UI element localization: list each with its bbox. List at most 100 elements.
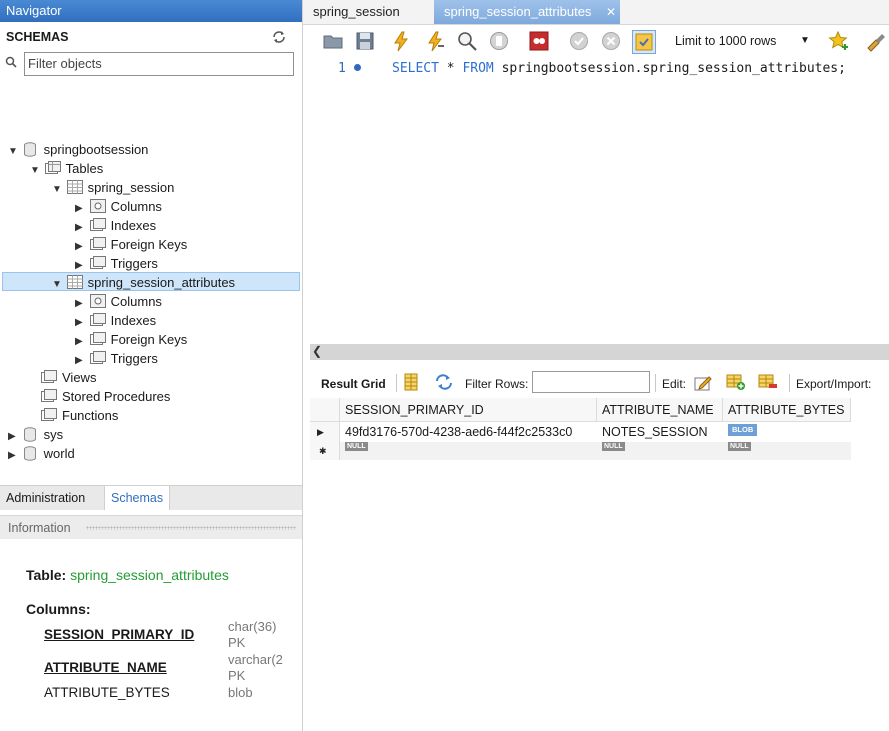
column-header-attribute-bytes[interactable]: ATTRIBUTE_BYTES [723, 398, 851, 422]
tree-foreign-keys[interactable]: ▶ Foreign Keys [75, 330, 187, 349]
tree-label: sys [43, 427, 64, 442]
tree-label: Functions [62, 408, 119, 423]
tree-triggers[interactable]: ▶ Triggers [75, 254, 158, 273]
line-number: 1 [338, 61, 346, 76]
sql-statement[interactable]: SELECT * FROM springbootsession.spring_s… [392, 61, 846, 76]
refresh-results-icon[interactable] [434, 373, 456, 395]
new-row-cell[interactable]: NULL [597, 442, 723, 460]
rollback-icon[interactable] [600, 30, 622, 52]
info-table-line: Table: spring_session_attributes [26, 567, 229, 583]
table-cell[interactable]: NOTES_SESSION [597, 422, 723, 442]
tree-table-spring-session-attributes[interactable]: ▼ spring_session_attributes [52, 273, 235, 292]
close-tab-icon[interactable]: ✕ [606, 5, 616, 19]
tree-label: Indexes [110, 218, 157, 233]
delete-row-icon[interactable] [758, 372, 780, 394]
tab-administration[interactable]: Administration [0, 486, 92, 510]
tree-label: Triggers [110, 256, 158, 271]
null-badge: NULL [602, 442, 625, 451]
expand-triangle-icon[interactable]: ▼ [30, 161, 41, 180]
sql-keyword-select: SELECT [392, 61, 439, 76]
table-cell-blob[interactable]: BLOB [723, 420, 851, 440]
indexes-icon [89, 218, 106, 232]
tree-stored-procedures[interactable]: Stored Procedures [41, 387, 170, 406]
tree-foreign-keys[interactable]: ▶ Foreign Keys [75, 235, 187, 254]
explain-magnifier-icon[interactable] [456, 30, 478, 52]
grid-corner [310, 398, 340, 422]
execute-lightning-icon[interactable] [390, 30, 412, 52]
limit-rows-select[interactable]: Limit to 1000 rows [672, 30, 818, 52]
sql-star: * [438, 61, 463, 76]
stop-icon[interactable] [488, 30, 510, 52]
tree-indexes[interactable]: ▶ Indexes [75, 216, 156, 235]
tree-triggers[interactable]: ▶ Triggers [75, 349, 158, 368]
info-table-label: Table: [26, 567, 67, 583]
database-icon [23, 142, 39, 157]
tree-label: Indexes [110, 313, 157, 328]
tree-label: Foreign Keys [110, 332, 188, 347]
null-badge: NULL [345, 442, 368, 451]
edit-row-icon[interactable] [694, 372, 716, 394]
tree-table-spring-session[interactable]: ▼ spring_session [52, 178, 174, 197]
statement-marker-icon [354, 64, 361, 71]
toolbar-separator [789, 374, 790, 392]
new-row-cell[interactable]: NULL [723, 442, 851, 460]
filter-objects-input[interactable]: Filter objects [24, 52, 294, 76]
navigator-tabs: Administration Schemas [0, 485, 302, 510]
info-column-name: ATTRIBUTE_BYTES [44, 685, 170, 700]
commit-check-icon[interactable] [568, 30, 590, 52]
tab-spring-session[interactable]: spring_session [303, 0, 431, 24]
tree-label: springbootsession [43, 142, 149, 157]
collapse-triangle-icon[interactable]: ▶ [8, 446, 19, 465]
info-columns-label: Columns: [26, 601, 91, 617]
tree-columns[interactable]: ▶ Columns [75, 292, 162, 311]
table-cell[interactable]: 49fd3176-570d-4238-aed6-f44f2c2533c0 [340, 422, 597, 442]
scroll-left-icon[interactable]: ❮ [312, 344, 322, 358]
tree-tables[interactable]: ▼ Tables [30, 159, 103, 178]
expand-triangle-icon[interactable]: ▼ [8, 142, 19, 161]
open-folder-icon[interactable] [322, 30, 344, 52]
triggers-icon [89, 351, 106, 365]
views-icon [41, 370, 57, 384]
tables-folder-icon [44, 161, 61, 175]
grid-view-icon[interactable] [402, 373, 424, 395]
toolbar-separator [396, 374, 397, 392]
save-icon[interactable] [354, 30, 376, 52]
tab-spring-session-attributes[interactable]: spring_session_attributes [434, 0, 620, 24]
new-row-cell[interactable]: NULL [340, 442, 597, 460]
refresh-icon[interactable] [272, 30, 286, 44]
expand-triangle-icon[interactable]: ▼ [52, 275, 63, 294]
tree-label: Tables [65, 161, 104, 176]
filter-rows-input[interactable] [532, 371, 650, 393]
horizontal-scrollbar[interactable] [310, 344, 889, 360]
column-header-session-primary-id[interactable]: SESSION_PRIMARY_ID [340, 398, 597, 422]
tree-columns[interactable]: ▶ Columns [75, 197, 162, 216]
database-icon [23, 427, 39, 442]
add-row-icon[interactable] [726, 372, 748, 394]
tree-functions[interactable]: Functions [41, 406, 118, 425]
functions-icon [41, 408, 57, 422]
add-snippet-star-icon[interactable] [828, 30, 850, 52]
tree-label: spring_session_attributes [87, 275, 236, 290]
sql-keyword-from: FROM [462, 61, 494, 76]
edit-label: Edit: [662, 377, 687, 391]
expand-triangle-icon[interactable]: ▼ [52, 180, 63, 199]
autocommit-toggle-icon[interactable] [632, 30, 656, 54]
navigator-title: Navigator [0, 0, 302, 22]
dropdown-arrow-icon[interactable]: ▼ [800, 30, 810, 52]
column-header-attribute-name[interactable]: ATTRIBUTE_NAME [597, 398, 723, 422]
tree-label: Columns [110, 294, 162, 309]
tree-schema-world[interactable]: ▶ world [8, 444, 75, 463]
beautify-brush-icon[interactable] [864, 30, 886, 52]
row-pointer-icon: ▶ [310, 422, 340, 442]
tree-schema-sys[interactable]: ▶ sys [8, 425, 63, 444]
tree-views[interactable]: Views [41, 368, 96, 387]
sql-editor[interactable] [310, 60, 889, 344]
execute-current-icon[interactable] [424, 30, 446, 52]
database-icon [23, 446, 39, 461]
export-import-label: Export/Import: [796, 377, 872, 391]
toggle-error-icon[interactable] [528, 30, 550, 52]
tab-schemas[interactable]: Schemas [104, 486, 171, 510]
result-grid-button[interactable]: Result Grid [321, 377, 386, 391]
tree-indexes[interactable]: ▶ Indexes [75, 311, 156, 330]
tree-schema-springbootsession[interactable]: ▼ springbootsession [8, 140, 148, 159]
